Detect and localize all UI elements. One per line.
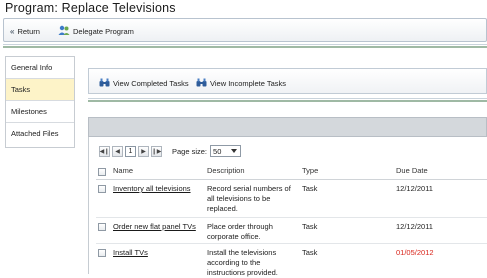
binoculars-icon [99, 78, 110, 89]
delegate-people-icon [58, 25, 70, 38]
double-chevron-left-icon: « [10, 26, 15, 36]
sidebar-item-label: General Info [11, 63, 53, 72]
return-label: Return [17, 26, 40, 36]
row-divider [96, 243, 487, 244]
view-incomplete-tasks-button[interactable]: View Incomplete Tasks [196, 77, 286, 89]
grid-header-band [88, 117, 487, 137]
prev-page-button[interactable]: ◀ [112, 145, 123, 157]
sidebar-item-attached-files[interactable]: Attached Files [6, 123, 74, 145]
tasks-panel: View Completed Tasks View Incomplete Tas… [85, 64, 487, 277]
binoculars-icon [196, 78, 207, 89]
view-completed-label: View Completed Tasks [113, 78, 189, 88]
prev-page-icon: ◀ [115, 148, 120, 155]
divider [3, 44, 487, 45]
description-line: according to the [207, 258, 261, 267]
tasks-grid: ◀❙ ◀ 1 ▶ ❙▶ Page size: 50 Name Descripti… [88, 137, 487, 277]
main-toolbar: « Return Delegate Program [3, 18, 487, 42]
view-incomplete-label: View Incomplete Tasks [210, 78, 287, 88]
page-size-value: 50 [213, 147, 222, 156]
accent-divider [3, 46, 487, 48]
view-completed-tasks-button[interactable]: View Completed Tasks [99, 77, 189, 89]
panel-divider [88, 98, 487, 99]
task-due-date: 12/12/2011 [396, 222, 433, 231]
tasks-toolbar: View Completed Tasks View Incomplete Tas… [88, 68, 487, 94]
first-page-icon: ◀❙ [99, 148, 110, 155]
panel-accent-divider [88, 100, 487, 102]
delegate-program-label: Delegate Program [73, 26, 134, 36]
column-header-description[interactable]: Description [207, 166, 245, 178]
select-all-checkbox[interactable] [98, 168, 106, 176]
row-checkbox[interactable] [98, 223, 106, 231]
task-type: Task [302, 184, 318, 193]
task-description: Record serial numbers of all televisions… [207, 184, 299, 214]
next-page-button[interactable]: ▶ [138, 145, 149, 157]
task-name-link[interactable]: Order new flat panel TVs [113, 222, 196, 232]
description-line: replaced. [207, 204, 238, 213]
sidebar-item-label: Tasks [11, 85, 31, 94]
row-divider [96, 217, 487, 218]
column-header-name[interactable]: Name [113, 166, 133, 178]
first-page-button[interactable]: ◀❙ [99, 145, 110, 157]
pager: ◀❙ ◀ 1 ▶ ❙▶ Page size: 50 [99, 144, 242, 158]
column-header-type[interactable]: Type [302, 166, 318, 178]
description-line: Record serial numbers of [207, 184, 291, 193]
task-type: Task [302, 222, 318, 231]
page-size-label: Page size: [172, 146, 208, 156]
table-row: Order new flat panel TVs Place order thr… [89, 221, 487, 245]
sidebar-item-tasks[interactable]: Tasks [6, 79, 74, 101]
column-header-due-date[interactable]: Due Date [396, 166, 428, 178]
task-due-date: 01/05/2012 [396, 248, 434, 257]
task-description: Place order through corporate office. [207, 222, 299, 242]
page-size-select[interactable]: 50 [210, 145, 242, 157]
row-checkbox[interactable] [98, 185, 106, 193]
description-line: all televisions to be [207, 194, 271, 203]
row-checkbox[interactable] [98, 249, 106, 257]
description-line: corporate office. [207, 232, 261, 241]
sidebar-item-label: Milestones [11, 107, 47, 116]
chevron-down-icon [231, 149, 238, 153]
sidebar-item-milestones[interactable]: Milestones [6, 101, 74, 123]
task-due-date: 12/12/2011 [396, 184, 433, 193]
header-divider [96, 179, 487, 180]
table-row: Install TVs Install the televisions acco… [89, 247, 487, 277]
sidebar-item-label: Attached Files [11, 129, 59, 138]
task-type: Task [302, 248, 318, 257]
last-page-icon: ❙▶ [151, 148, 162, 155]
sidebar-nav: General Info Tasks Milestones Attached F… [5, 56, 75, 148]
sidebar-item-general-info[interactable]: General Info [6, 57, 74, 79]
page-title: Program: Replace Televisions [5, 1, 176, 15]
page-number[interactable]: 1 [125, 145, 136, 157]
delegate-program-button[interactable]: Delegate Program [58, 25, 134, 37]
description-line: Install the televisions [207, 248, 277, 257]
task-name-link[interactable]: Install TVs [113, 248, 148, 258]
next-page-icon: ▶ [141, 148, 146, 155]
return-button[interactable]: « Return [10, 25, 40, 37]
table-row: Inventory all televisions Record serial … [89, 183, 487, 215]
description-line: Place order through [207, 222, 273, 231]
description-line: instructions provided. [207, 268, 278, 277]
task-name-link[interactable]: Inventory all televisions [113, 184, 191, 194]
last-page-button[interactable]: ❙▶ [151, 145, 162, 157]
